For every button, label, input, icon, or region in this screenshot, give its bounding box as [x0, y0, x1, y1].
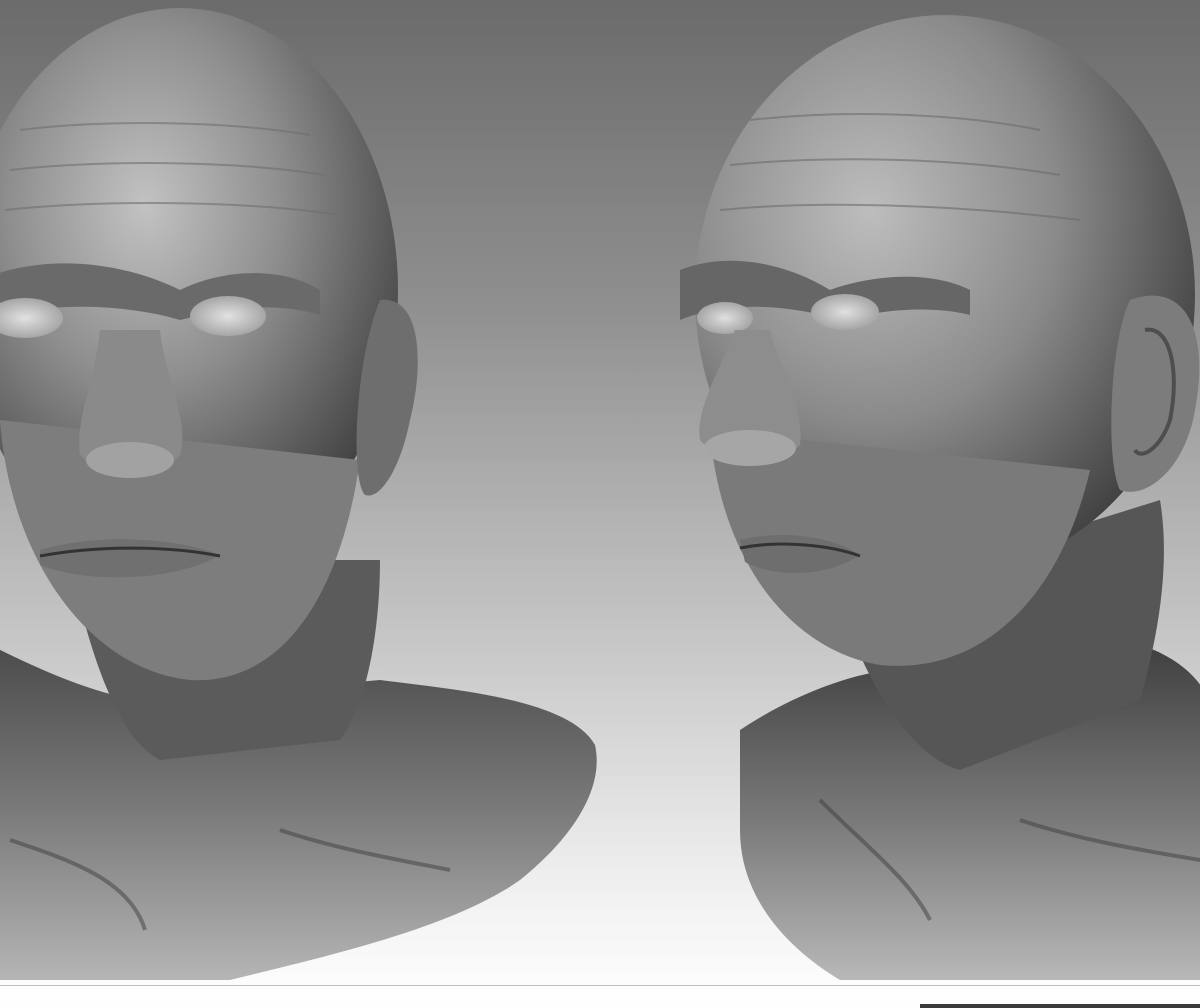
- side-bust-render: [680, 15, 1200, 980]
- side-ear: [1111, 295, 1200, 492]
- three-quarter-view-bust: [640, 0, 1200, 1008]
- front-view-bust: [0, 0, 600, 1008]
- viewport-floor-line: [0, 985, 1200, 986]
- side-eye-left: [697, 302, 753, 334]
- corner-scroll-bar[interactable]: [920, 1004, 1200, 1008]
- front-bust-render: [0, 8, 597, 980]
- side-eye-right: [811, 294, 879, 330]
- front-eye-right: [190, 296, 266, 336]
- sculpt-viewport[interactable]: [0, 0, 1200, 1008]
